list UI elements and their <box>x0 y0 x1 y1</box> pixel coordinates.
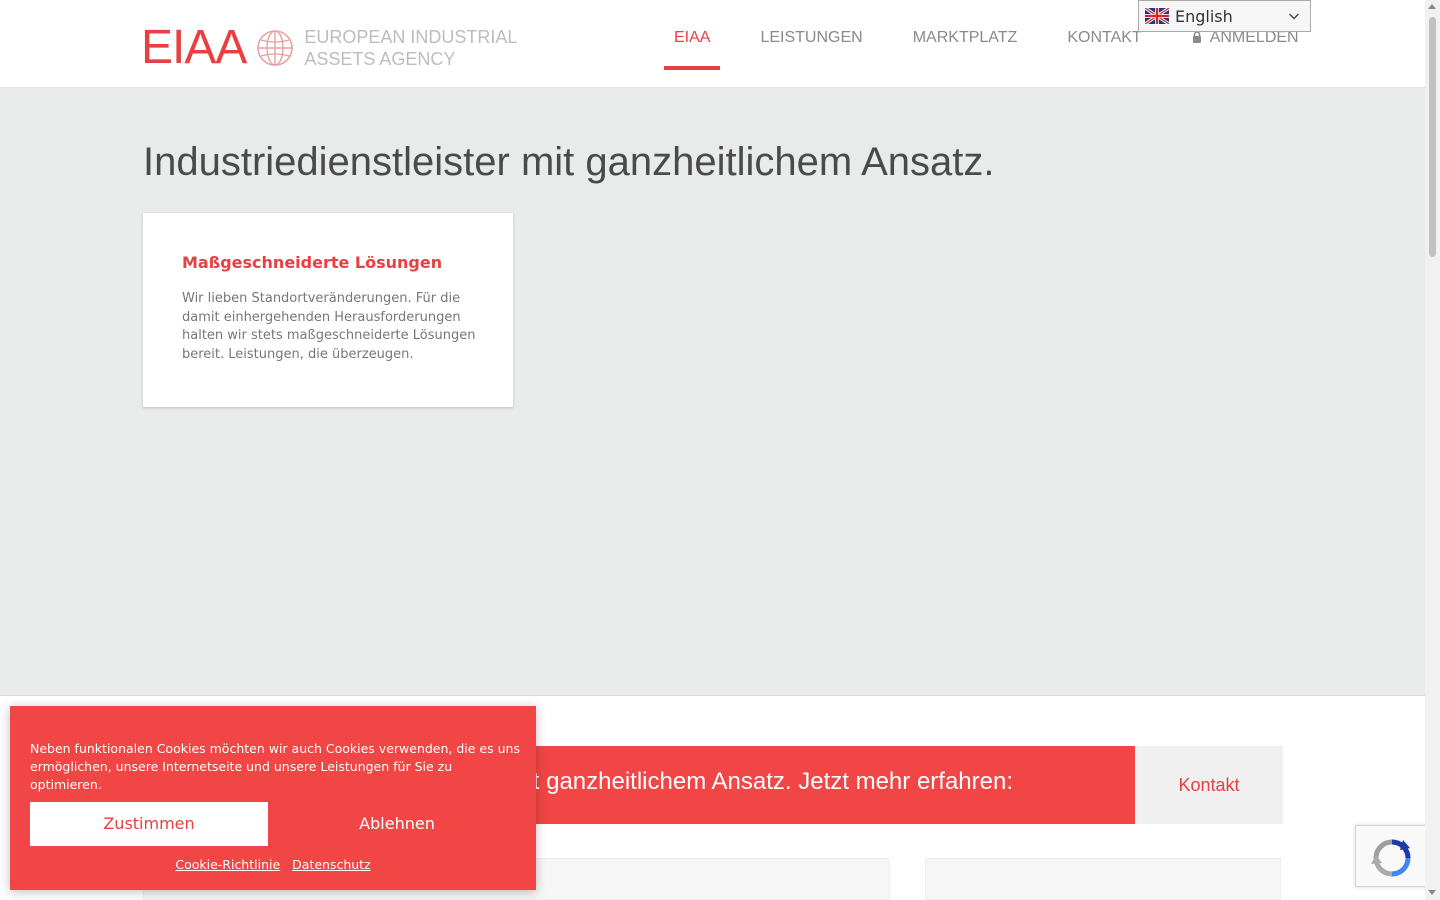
logo-text-line2: ASSETS AGENCY <box>304 49 456 69</box>
cookie-banner: Neben funktionalen Cookies möchten wir a… <box>10 706 536 890</box>
cookie-policy-link[interactable]: Cookie-Richtlinie <box>175 857 280 872</box>
contact-button[interactable]: Kontakt <box>1135 746 1283 824</box>
chevron-down-icon <box>1289 13 1299 20</box>
page-scrollbar[interactable] <box>1425 0 1440 900</box>
feature-card-text: Wir lieben Standortveränderungen. Für di… <box>182 291 476 362</box>
logo-mark: EIAA <box>141 21 247 74</box>
recaptcha-badge[interactable] <box>1355 825 1430 887</box>
logo-text: EUROPEAN INDUSTRIAL ASSETS AGENCY <box>304 26 517 70</box>
globe-icon <box>257 30 294 66</box>
hero-section: Industriedienstleister mit ganzheitliche… <box>0 88 1425 696</box>
privacy-link[interactable]: Datenschutz <box>292 857 371 872</box>
language-select-value: English <box>1175 6 1233 26</box>
uk-flag-icon <box>1145 8 1169 24</box>
nav-item-leistungen[interactable]: LEISTUNGEN <box>750 0 872 88</box>
feature-card-title: Maßgeschneiderte Lösungen <box>182 253 443 272</box>
content-panel-right <box>925 858 1281 900</box>
nav-item-marktplatz[interactable]: MARKTPLATZ <box>903 0 1028 88</box>
nav-item-eiaa[interactable]: EIAA <box>664 0 721 88</box>
recaptcha-icon <box>1371 839 1411 877</box>
scroll-down-arrow-icon[interactable] <box>1428 890 1436 895</box>
feature-card: Maßgeschneiderte Lösungen Wir lieben Sta… <box>143 213 513 407</box>
scroll-up-arrow-icon[interactable] <box>1428 4 1436 9</box>
language-select[interactable]: English <box>1138 0 1311 32</box>
hero-title: Industriedienstleister mit ganzheitliche… <box>143 140 995 184</box>
decline-cookies-button[interactable]: Ablehnen <box>278 802 516 846</box>
cookie-links: Cookie-Richtlinie Datenschutz <box>10 857 536 872</box>
scrollbar-thumb[interactable] <box>1429 17 1436 257</box>
accept-cookies-button[interactable]: Zustimmen <box>30 802 268 846</box>
logo-text-line1: EUROPEAN INDUSTRIAL <box>304 27 518 47</box>
cookie-banner-text: Neben funktionalen Cookies möchten wir a… <box>30 741 520 792</box>
logo[interactable]: EIAA EUROPEAN INDUSTRIAL ASSETS AGENCY <box>141 22 517 74</box>
lock-icon <box>1192 31 1201 43</box>
